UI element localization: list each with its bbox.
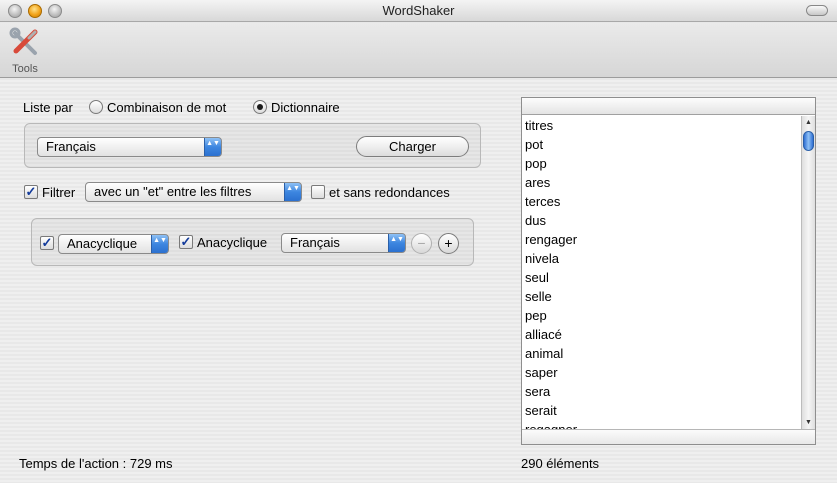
no-duplicates-checkbox[interactable] bbox=[311, 185, 325, 199]
tools-label: Tools bbox=[12, 63, 38, 75]
radio-dictionary-label[interactable]: Dictionnaire bbox=[271, 100, 340, 115]
list-item[interactable]: regagner bbox=[525, 420, 577, 429]
tools-button[interactable]: Tools bbox=[6, 25, 44, 75]
list-item[interactable]: nivela bbox=[525, 249, 559, 268]
popup-arrows-icon: ▲▼ bbox=[151, 235, 168, 253]
radio-word-combination-label[interactable]: Combinaison de mot bbox=[107, 100, 226, 115]
action-time-status: Temps de l'action : 729 ms bbox=[19, 456, 173, 471]
toolbar-toggle-button[interactable] bbox=[806, 5, 828, 16]
results-list-footer bbox=[522, 429, 815, 444]
toolbar: Tools bbox=[0, 23, 837, 78]
results-list[interactable]: titres pot pop ares terces dus rengager … bbox=[521, 97, 816, 445]
radio-dictionary[interactable] bbox=[253, 100, 267, 114]
window-title: WordShaker bbox=[382, 3, 455, 18]
filter-mode-value: avec un "et" entre les filtres bbox=[94, 184, 252, 199]
filter-language-value: Français bbox=[290, 235, 340, 250]
add-filter-button[interactable]: + bbox=[438, 233, 459, 254]
filter-type-popup[interactable]: Anacyclique ▲▼ bbox=[58, 234, 169, 254]
list-item[interactable]: selle bbox=[525, 287, 552, 306]
list-item[interactable]: seul bbox=[525, 268, 549, 287]
no-duplicates-label: et sans redondances bbox=[329, 185, 450, 200]
results-scrollbar[interactable]: ▲ ▼ bbox=[801, 116, 815, 429]
filter-definition-group: ✓ Anacyclique ▲▼ ✓ Anacyclique Français … bbox=[31, 218, 474, 266]
anacyclic-label: Anacyclique bbox=[197, 235, 268, 250]
list-item[interactable]: rengager bbox=[525, 230, 577, 249]
popup-arrows-icon: ▲▼ bbox=[204, 138, 221, 156]
remove-filter-button[interactable]: − bbox=[411, 233, 432, 254]
filter-checkbox[interactable]: ✓ bbox=[24, 185, 38, 199]
list-item[interactable]: titres bbox=[525, 116, 553, 135]
radio-word-combination[interactable] bbox=[89, 100, 103, 114]
load-button[interactable]: Charger bbox=[356, 136, 469, 157]
list-item[interactable]: pep bbox=[525, 306, 547, 325]
tools-icon bbox=[9, 27, 38, 55]
list-item[interactable]: sera bbox=[525, 382, 550, 401]
popup-arrows-icon: ▲▼ bbox=[284, 183, 301, 201]
scroll-down-icon[interactable]: ▼ bbox=[802, 416, 815, 429]
app-window: WordShaker Tools Liste par Combinaison d… bbox=[0, 0, 837, 483]
popup-arrows-icon: ▲▼ bbox=[388, 234, 405, 252]
title-bar: WordShaker bbox=[0, 0, 837, 22]
filter-type-value: Anacyclique bbox=[67, 236, 138, 251]
list-item[interactable]: dus bbox=[525, 211, 546, 230]
filter-label: Filtrer bbox=[42, 185, 76, 200]
list-mode-label: Liste par bbox=[23, 100, 73, 115]
scroll-up-icon[interactable]: ▲ bbox=[802, 116, 815, 129]
list-item[interactable]: ares bbox=[525, 173, 550, 192]
filter-row-checkbox[interactable]: ✓ bbox=[40, 236, 54, 250]
list-item[interactable]: alliacé bbox=[525, 325, 562, 344]
dictionary-language-value: Français bbox=[46, 139, 96, 154]
anacyclic-checkbox[interactable]: ✓ bbox=[179, 235, 193, 249]
list-item[interactable]: pot bbox=[525, 135, 543, 154]
filter-language-popup[interactable]: Français ▲▼ bbox=[281, 233, 406, 253]
results-list-header[interactable] bbox=[522, 98, 815, 115]
list-item[interactable]: animal bbox=[525, 344, 563, 363]
list-item[interactable]: pop bbox=[525, 154, 547, 173]
list-item[interactable]: terces bbox=[525, 192, 560, 211]
results-list-body[interactable]: titres pot pop ares terces dus rengager … bbox=[522, 116, 800, 429]
dictionary-language-popup[interactable]: Français ▲▼ bbox=[37, 137, 222, 157]
list-item[interactable]: serait bbox=[525, 401, 557, 420]
scroll-thumb[interactable] bbox=[803, 131, 814, 151]
list-item[interactable]: saper bbox=[525, 363, 558, 382]
dictionary-group: Français ▲▼ Charger bbox=[24, 123, 481, 168]
filter-mode-popup[interactable]: avec un "et" entre les filtres ▲▼ bbox=[85, 182, 302, 202]
results-count: 290 éléments bbox=[521, 456, 600, 471]
